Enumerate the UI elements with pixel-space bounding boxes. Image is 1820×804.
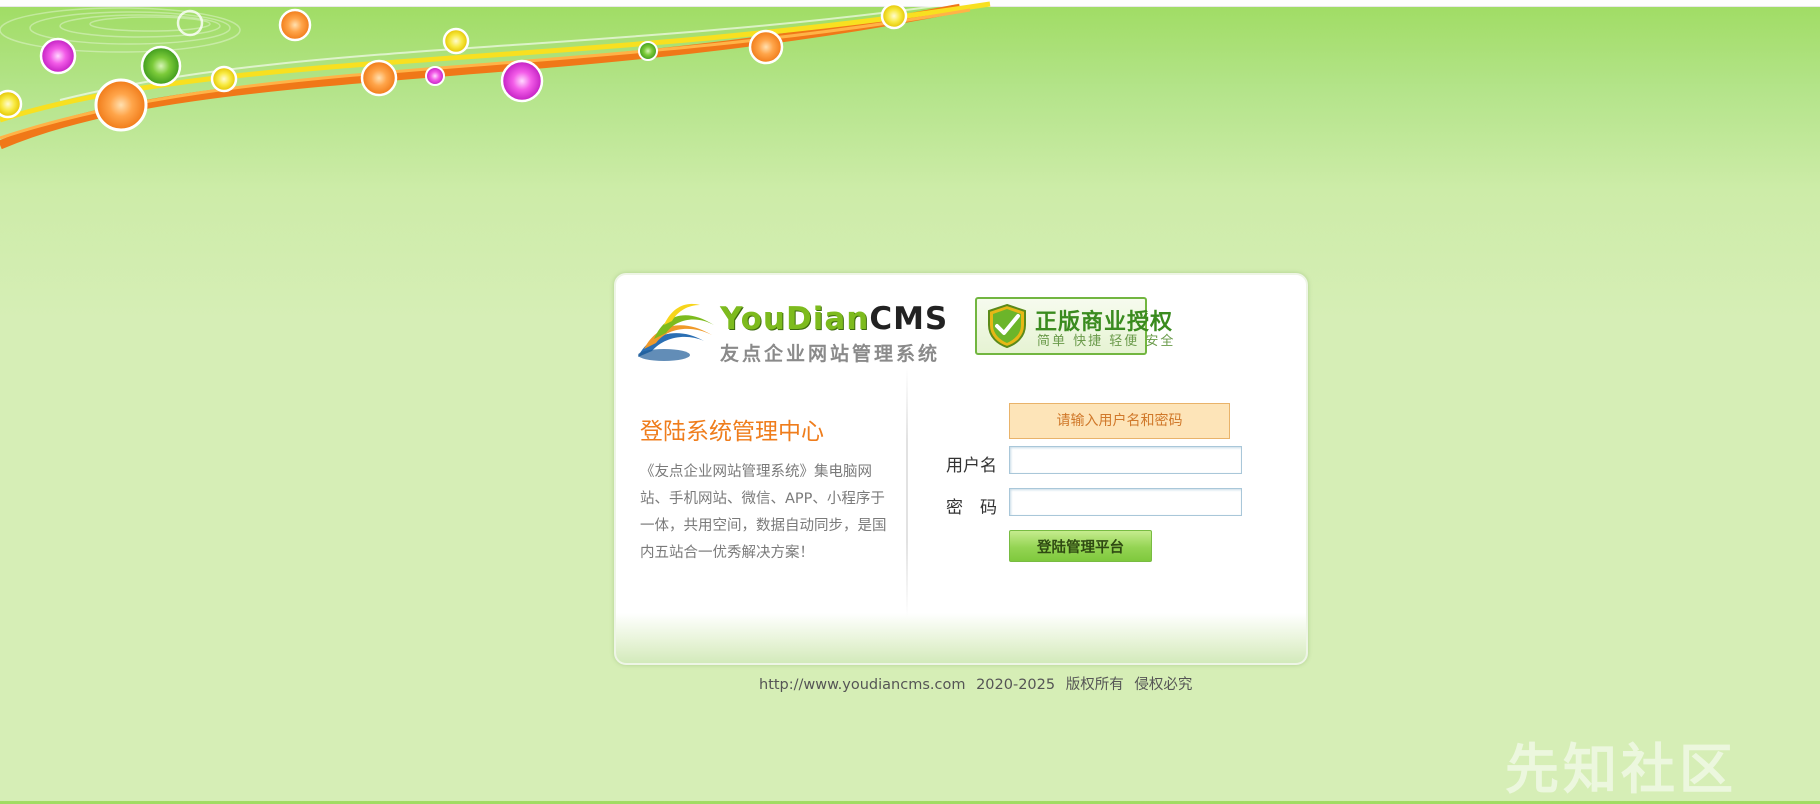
username-input[interactable] <box>1009 446 1242 474</box>
auth-subtitle: 简单 快捷 轻便 安全 <box>1037 334 1176 349</box>
intro-description: 《友点企业网站管理系统》集电脑网站、手机网站、微信、APP、小程序于一体，共用空… <box>640 464 887 561</box>
shield-check-icon <box>988 303 1026 349</box>
footer-url[interactable]: http://www.youdiancms.com <box>759 677 965 693</box>
footer: http://www.youdiancms.com 2020-2025 版权所有… <box>759 673 1198 694</box>
intro-title: 登陆系统管理中心 <box>640 419 824 445</box>
vertical-divider <box>906 367 908 617</box>
login-hint: 请输入用户名和密码 <box>1009 403 1230 439</box>
decorative-banner <box>0 0 991 150</box>
logo-swirl-icon <box>638 303 714 361</box>
footer-rights: 版权所有 <box>1065 677 1124 693</box>
logo-text-en: YouDianCMS <box>720 301 949 337</box>
youdian-logo: YouDianCMS 友点企业网站管理系统 <box>634 295 947 365</box>
watermark: 先知社区 <box>1505 738 1737 801</box>
password-input[interactable] <box>1009 488 1242 516</box>
login-submit-button[interactable]: 登陆管理平台 <box>1009 530 1152 562</box>
username-label: 用户名 <box>946 456 997 476</box>
footer-infringe: 侵权必究 <box>1134 677 1193 693</box>
auth-badge: 正版商业授权 简单 快捷 轻便 安全 <box>975 297 1173 355</box>
card-bottom-gradient <box>616 613 1306 663</box>
logo-text-cn: 友点企业网站管理系统 <box>720 343 941 365</box>
login-card: YouDianCMS 友点企业网站管理系统 正版商业授权 简单 快捷 轻便 安全… <box>614 273 1308 665</box>
password-label: 密 码 <box>946 498 997 518</box>
footer-years: 2020-2025 <box>976 677 1056 693</box>
